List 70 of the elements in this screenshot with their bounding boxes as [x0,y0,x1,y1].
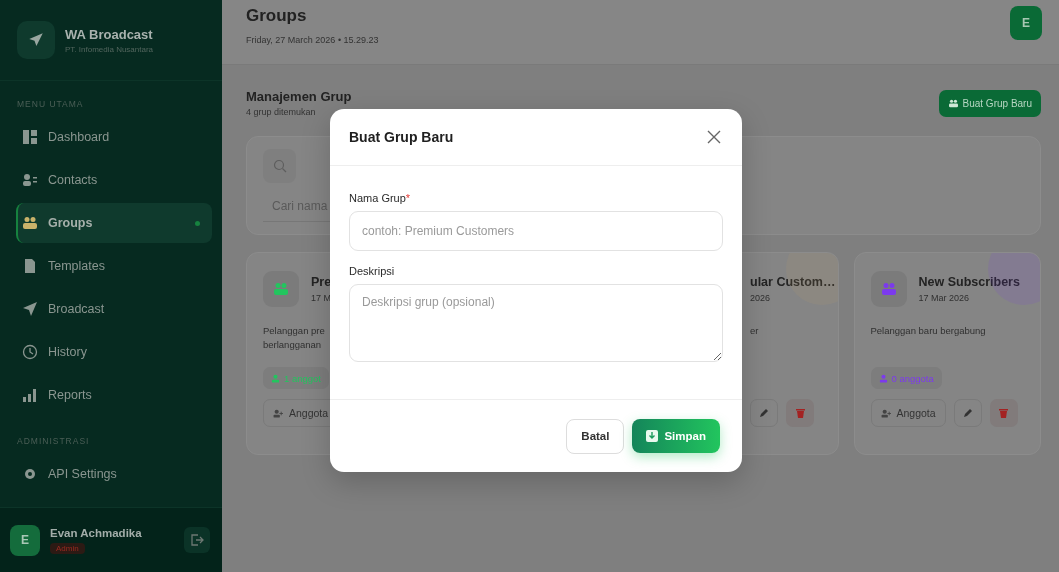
people-icon [22,215,38,231]
section-title: Manajemen Grup [246,89,352,104]
document-icon [22,258,38,274]
nav-item[interactable]: Reports [16,375,212,415]
trash-icon [999,408,1009,418]
new-group-button[interactable]: Buat Grup Baru [938,89,1041,117]
group-description: berlangganan [263,339,323,350]
cancel-button[interactable]: Batal [566,418,625,454]
member-count-badge: 1 anggot [263,367,329,389]
close-button[interactable] [705,128,723,146]
nav-item[interactable]: Groups [16,203,212,243]
logout-button[interactable] [184,527,210,553]
pencil-icon [759,408,769,418]
page-title: Groups [246,5,308,26]
nav-item[interactable]: Templates [16,246,212,286]
gear-icon [22,466,38,482]
company-name: PT. Infomedia Nusantara [65,44,154,54]
group-name: New Subscribers [918,275,1020,289]
field-label: Nama Grup* [349,192,412,204]
user-name: Evan Achmadika [50,526,142,539]
trash-icon [795,408,805,418]
group-date: 17 M [311,293,332,303]
group-date: 2026 [750,293,772,303]
delete-button[interactable] [989,399,1018,427]
people-icon [947,98,959,108]
user-avatar: E [10,524,40,556]
group-name-field[interactable]: contoh: Premium Customers [349,211,723,251]
add-person-icon [273,408,284,418]
group-description: Pelanggan baru bergabung [870,325,987,336]
search-icon [263,149,296,183]
logout-icon [190,533,204,547]
group-name: ular Custom… [750,275,836,289]
menu-section-heading: MENU UTAMA [17,99,85,109]
edit-button[interactable] [953,399,982,427]
app-name: WA Broadcast [65,26,154,42]
delete-button[interactable] [786,399,814,427]
nav-item[interactable]: Broadcast [16,289,212,329]
group-name: Pre [311,275,332,289]
menu-section-heading: ADMINISTRASI [17,436,91,446]
person-icon [271,373,280,383]
group-description: Pelanggan pre [263,325,326,336]
nav-item[interactable]: History [16,332,212,372]
group-date: 17 Mar 2026 [918,293,971,303]
date-time: Friday, 27 March 2026 • 15.29.23 [246,34,379,45]
nav-item[interactable]: Contacts [16,160,212,200]
description-field[interactable]: Deskripsi grup (opsional) [349,284,723,362]
paper-plane-icon [22,301,38,317]
members-button[interactable]: Anggota [870,399,946,427]
group-description: er [750,325,760,336]
paper-plane-icon [17,21,55,59]
clock-icon [22,344,38,360]
member-count-badge: 0 anggota [870,367,942,389]
group-count: 4 grup ditemukan [246,107,317,117]
save-icon [646,430,659,442]
pencil-icon [962,408,973,418]
nav-item[interactable]: API Settings [16,454,212,494]
close-icon [706,129,722,145]
role-badge: Admin [50,542,85,554]
edit-button[interactable] [750,399,778,427]
contacts-icon [22,172,38,188]
active-dot [195,220,200,226]
bar-chart-icon [22,387,38,403]
field-label: Deskripsi [349,265,396,277]
profile-avatar[interactable]: E [1010,6,1042,40]
nav-item[interactable]: Dashboard [16,117,212,157]
add-person-icon [880,408,892,418]
dialog-title: Buat Grup Baru [349,129,454,145]
person-icon [878,373,888,383]
grid-icon [22,129,38,145]
save-button[interactable]: Simpan [632,419,720,453]
